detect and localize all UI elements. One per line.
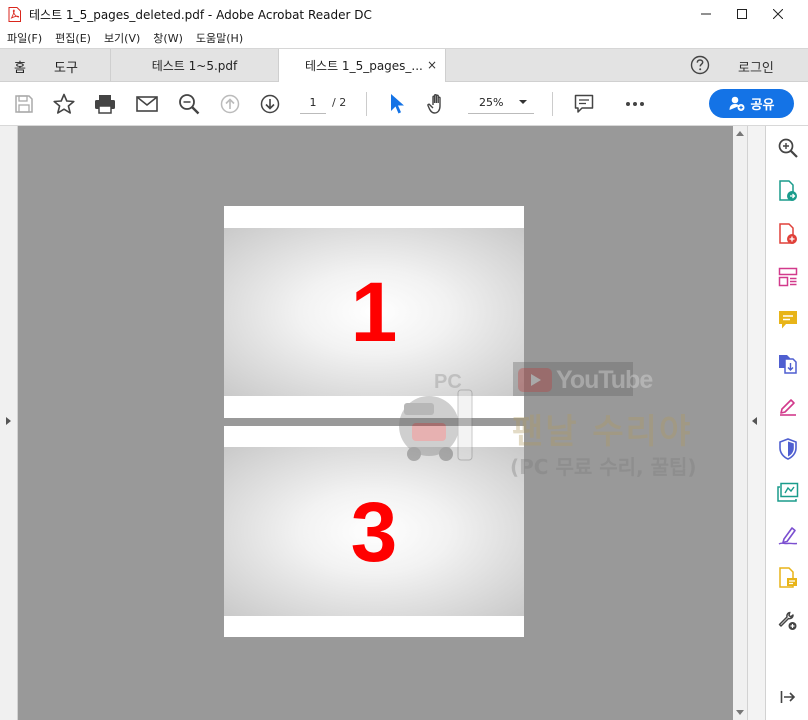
menu-file[interactable]: 파일(F) bbox=[7, 30, 42, 46]
tab-document-1[interactable]: 테스트 1~5.pdf bbox=[110, 49, 278, 82]
rp-more-tools-button[interactable] bbox=[776, 609, 800, 633]
combine-files-icon bbox=[779, 355, 797, 374]
more-tools-icon bbox=[778, 611, 797, 630]
send-for-review-icon bbox=[777, 482, 799, 502]
export-pdf-icon bbox=[779, 180, 797, 201]
save-icon bbox=[15, 95, 33, 113]
toolbar-divider bbox=[552, 92, 553, 116]
watermark-logo: PC bbox=[399, 371, 473, 461]
more-options-button[interactable] bbox=[623, 92, 647, 116]
window-title: 테스트 1_5_pages_deleted.pdf - Adobe Acroba… bbox=[29, 8, 372, 22]
tab-tools[interactable]: 도구 bbox=[54, 57, 78, 76]
rp-create-pdf-button[interactable] bbox=[776, 222, 800, 246]
scroll-down-icon[interactable] bbox=[736, 710, 744, 715]
acrobat-app-icon bbox=[8, 7, 21, 22]
zoom-icon bbox=[778, 138, 798, 158]
rp-send-for-review-button[interactable] bbox=[776, 480, 800, 504]
tab-home[interactable]: 홈 bbox=[14, 57, 26, 76]
toolbar-divider bbox=[366, 92, 367, 116]
rp-certificate-button[interactable] bbox=[776, 566, 800, 590]
rp-expand-panel-button[interactable] bbox=[776, 685, 800, 709]
rp-protect-button[interactable] bbox=[776, 437, 800, 461]
rp-comment-button[interactable] bbox=[776, 308, 800, 332]
maximize-button[interactable] bbox=[724, 0, 760, 28]
print-icon bbox=[95, 95, 115, 114]
rp-organize-pages-button[interactable] bbox=[776, 265, 800, 289]
menu-view[interactable]: 보기(V) bbox=[104, 30, 140, 46]
page-up-icon bbox=[220, 94, 240, 114]
minimize-button[interactable] bbox=[688, 0, 724, 28]
tab-document-2-active[interactable]: 테스트 1_5_pages_... × bbox=[278, 49, 446, 82]
email-button[interactable] bbox=[135, 92, 159, 116]
rp-combine-files-button[interactable] bbox=[776, 351, 800, 375]
organize-pages-icon bbox=[778, 267, 798, 287]
tab-bar: 홈 도구 테스트 1~5.pdf 테스트 1_5_pages_... × 로그인 bbox=[0, 48, 808, 82]
comment-button[interactable] bbox=[572, 92, 596, 116]
more-icon bbox=[626, 102, 644, 106]
share-button[interactable]: 공유 bbox=[709, 89, 794, 118]
select-arrow-icon bbox=[391, 94, 404, 114]
sign-icon bbox=[778, 527, 798, 545]
comment-icon bbox=[779, 311, 797, 329]
tab-document-1-label: 테스트 1~5.pdf bbox=[151, 59, 238, 73]
create-pdf-icon bbox=[779, 223, 797, 244]
hand-icon bbox=[427, 94, 441, 114]
menu-window[interactable]: 창(W) bbox=[153, 30, 183, 46]
help-icon[interactable] bbox=[690, 55, 710, 75]
page-number-label: 3 bbox=[350, 484, 398, 579]
tab-close-button[interactable]: × bbox=[427, 58, 437, 72]
page-down-icon bbox=[260, 94, 280, 114]
bookmark-star-button[interactable] bbox=[52, 92, 76, 116]
select-tool-button[interactable] bbox=[385, 92, 409, 116]
youtube-play-icon bbox=[518, 368, 552, 392]
star-icon bbox=[53, 93, 75, 114]
close-icon bbox=[773, 9, 783, 19]
maximize-icon bbox=[737, 9, 747, 19]
next-page-button[interactable] bbox=[258, 92, 282, 116]
tab-document-2-label: 테스트 1_5_pages_... bbox=[305, 59, 423, 73]
save-button[interactable] bbox=[12, 92, 36, 116]
comment-icon bbox=[574, 94, 594, 113]
menu-edit[interactable]: 편집(E) bbox=[55, 30, 91, 46]
login-link[interactable]: 로그인 bbox=[738, 57, 774, 76]
add-user-icon bbox=[729, 96, 745, 111]
zoom-search-icon bbox=[179, 94, 200, 115]
fill-sign-icon bbox=[780, 399, 796, 416]
print-button[interactable] bbox=[93, 92, 117, 116]
rp-zoom-button[interactable] bbox=[776, 136, 800, 160]
protect-icon bbox=[779, 438, 797, 460]
certificate-icon bbox=[779, 567, 797, 588]
rp-sign-button[interactable] bbox=[776, 523, 800, 547]
email-icon bbox=[136, 96, 158, 112]
hand-tool-button[interactable] bbox=[426, 92, 450, 116]
title-bar: 테스트 1_5_pages_deleted.pdf - Adobe Acroba… bbox=[0, 0, 808, 28]
expand-panel-icon bbox=[780, 691, 796, 703]
zoom-level-select[interactable]: 25% bbox=[468, 94, 534, 114]
menu-help[interactable]: 도움말(H) bbox=[196, 30, 243, 46]
close-window-button[interactable] bbox=[760, 0, 796, 28]
page-total: / 2 bbox=[332, 96, 347, 109]
minimize-icon bbox=[701, 13, 711, 15]
rp-export-pdf-button[interactable] bbox=[776, 179, 800, 203]
vertical-scrollbar[interactable] bbox=[733, 126, 747, 720]
expand-left-panel-icon[interactable] bbox=[6, 417, 11, 425]
zoom-search-button[interactable] bbox=[177, 92, 201, 116]
page-number-label: 1 bbox=[350, 265, 398, 359]
rp-fill-sign-button[interactable] bbox=[776, 394, 800, 418]
chevron-down-icon bbox=[519, 100, 527, 104]
watermark-youtube-text: YouTube bbox=[556, 366, 653, 394]
menu-bar: 파일(F) 편집(E) 보기(V) 창(W) 도움말(H) bbox=[0, 28, 808, 48]
svg-text:PC: PC bbox=[434, 371, 462, 393]
previous-page-button[interactable] bbox=[218, 92, 242, 116]
watermark-channel-name: 팬날 수리야 bbox=[512, 412, 693, 452]
share-button-label: 공유 bbox=[750, 98, 775, 113]
page-number-input[interactable]: 1 bbox=[300, 94, 326, 114]
scroll-up-icon[interactable] bbox=[736, 131, 744, 136]
tools-pane bbox=[765, 126, 808, 720]
watermark-subtitle: (PC 무료 수리, 꿀팁) bbox=[510, 455, 697, 479]
collapse-right-panel-icon[interactable] bbox=[752, 417, 757, 425]
toolbar: 1 / 2 25% bbox=[0, 82, 808, 126]
